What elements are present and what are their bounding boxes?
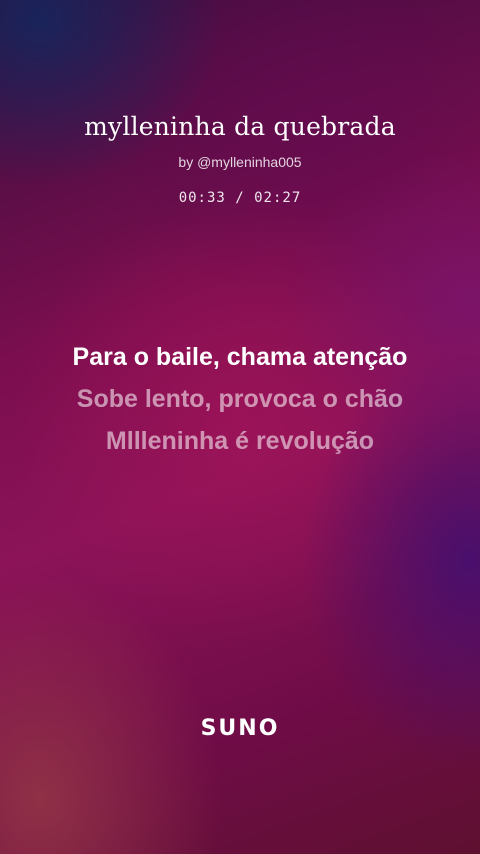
lyric-line-current: Para o baile, chama atenção [72,343,408,371]
lyric-line-following: Mllleninha é revolução [105,427,375,455]
player-screen: mylleninha da quebrada by @mylleninha005… [0,0,480,854]
suno-logo: SUNO [200,716,280,741]
song-title: mylleninha da quebrada [84,112,396,141]
lyric-line-next: Sobe lento, provoca o chão [76,385,404,413]
lyrics-panel: Para o baile, chama atenção Sobe lento, … [0,336,480,462]
artist-byline[interactable]: by @mylleninha005 [0,154,480,170]
playback-time: 00:33 / 02:27 [178,190,302,206]
